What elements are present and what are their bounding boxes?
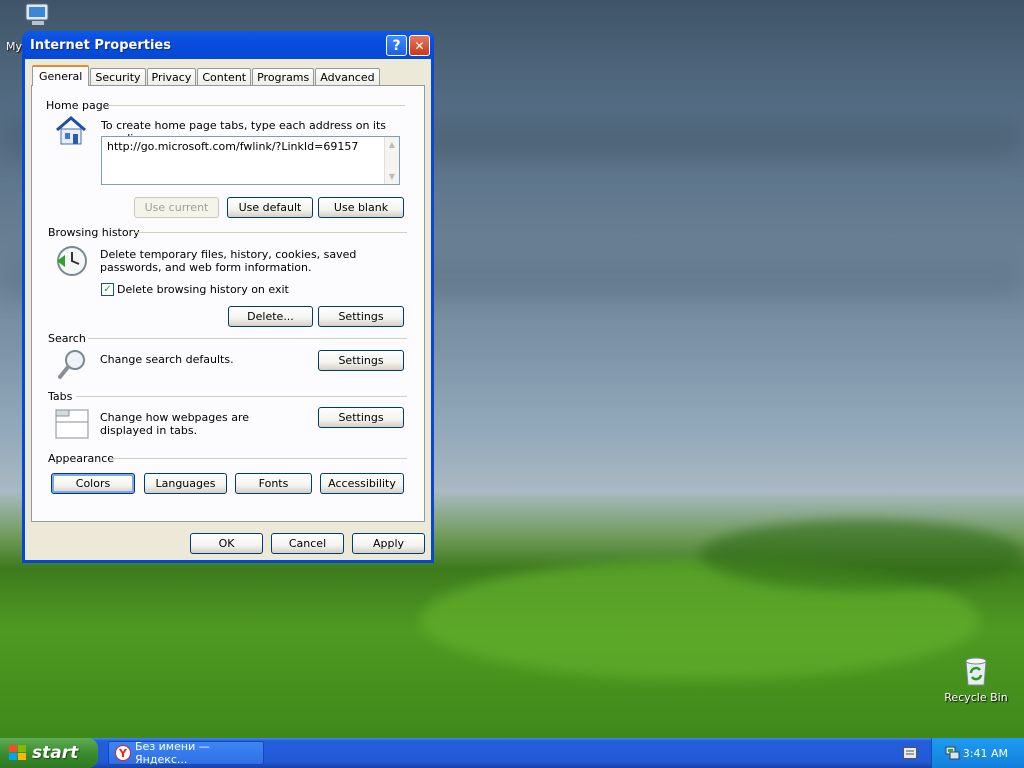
svg-text:Y: Y (118, 747, 128, 760)
clock[interactable]: 3:41 AM (963, 747, 1008, 760)
title-bar[interactable]: Internet Properties (25, 31, 431, 59)
accessibility-button[interactable]: Accessibility (320, 473, 404, 494)
system-tray: 3:41 AM (931, 738, 1024, 768)
use-blank-button[interactable]: Use blank (318, 197, 404, 218)
section-divider (134, 232, 407, 233)
yandex-browser-icon: Y (115, 745, 131, 761)
home-page-url-field[interactable]: http://go.microsoft.com/fwlink/?LinkId=6… (101, 136, 400, 185)
tab-security[interactable]: Security (90, 68, 146, 86)
fonts-button[interactable]: Fonts (235, 473, 312, 494)
internet-properties-window: Internet Properties ? ✕ General Security… (22, 31, 434, 563)
help-icon: ? (392, 37, 401, 54)
keyboard-icon[interactable] (903, 747, 917, 759)
my-computer-label: My (6, 40, 23, 53)
tabs-window-icon (55, 409, 89, 439)
browsing-history-heading: Browsing history (48, 226, 140, 239)
close-button[interactable]: ✕ (409, 35, 430, 56)
section-divider (88, 338, 407, 339)
tab-programs[interactable]: Programs (252, 68, 315, 86)
tab-privacy[interactable]: Privacy (146, 68, 197, 86)
recycle-bin-label: Recycle Bin (944, 691, 1008, 704)
search-description: Change search defaults. (100, 353, 234, 366)
delete-on-exit-label[interactable]: Delete browsing history on exit (117, 283, 289, 296)
start-button[interactable]: start (0, 738, 98, 768)
history-settings-button[interactable]: Settings (318, 306, 404, 327)
close-icon: ✕ (414, 38, 425, 53)
start-label: start (32, 743, 79, 763)
home-icon (56, 116, 86, 145)
tab-general[interactable]: General (32, 65, 90, 86)
help-button[interactable]: ? (386, 35, 407, 56)
ok-button[interactable]: OK (190, 533, 263, 554)
cancel-button[interactable]: Cancel (271, 533, 344, 554)
taskbar-item-yandex[interactable]: Y Без имени — Яндекс... (108, 740, 264, 766)
window-title: Internet Properties (30, 37, 171, 53)
use-current-button[interactable]: Use current (134, 197, 219, 218)
use-default-button[interactable]: Use default (227, 197, 313, 218)
hill-shadow (700, 520, 1024, 590)
scroll-up-icon[interactable]: ▲ (385, 137, 399, 152)
apply-button[interactable]: Apply (352, 533, 425, 554)
home-page-heading: Home page (46, 99, 110, 112)
magnifier-icon (58, 350, 85, 379)
windows-flag-icon (9, 745, 26, 760)
scroll-down-icon[interactable]: ▼ (385, 169, 399, 184)
tabs-settings-button[interactable]: Settings (318, 407, 404, 428)
tabs-description: Change how webpages are displayed in tab… (100, 411, 250, 437)
recycle-bin[interactable]: Recycle Bin (940, 655, 1012, 709)
taskbar-item-label: Без имени — Яндекс... (135, 740, 210, 766)
tab-advanced[interactable]: Advanced (315, 68, 380, 86)
delete-on-exit-checkbox[interactable]: ✓ (101, 283, 114, 296)
tab-content[interactable]: Content (197, 68, 252, 86)
section-divider (108, 105, 405, 106)
taskbar: start Y Без имени — Яндекс... 3:41 AM (0, 738, 1024, 768)
browsing-history-description: Delete temporary files, history, cookies… (100, 248, 357, 274)
dialog-client: General Security Privacy Content Program… (25, 59, 431, 560)
url-scrollbar[interactable]: ▲ ▼ (384, 137, 399, 184)
appearance-heading: Appearance (48, 452, 115, 465)
tab-strip: General Security Privacy Content Program… (32, 65, 381, 86)
general-tab-panel: Home page To create home page tabs, type… (31, 85, 425, 522)
home-page-url-value: http://go.microsoft.com/fwlink/?LinkId=6… (107, 140, 359, 153)
colors-button[interactable]: Colors (51, 473, 135, 494)
section-divider (76, 396, 407, 397)
recycle-bin-icon (965, 657, 987, 686)
tabs-heading: Tabs (48, 390, 73, 403)
network-icon[interactable] (944, 746, 960, 760)
search-heading: Search (48, 332, 86, 345)
languages-button[interactable]: Languages (144, 473, 227, 494)
delete-history-button[interactable]: Delete... (228, 306, 313, 327)
history-clock-icon (57, 246, 87, 276)
search-settings-button[interactable]: Settings (318, 350, 404, 371)
computer-icon (25, 3, 49, 25)
section-divider (110, 458, 407, 459)
